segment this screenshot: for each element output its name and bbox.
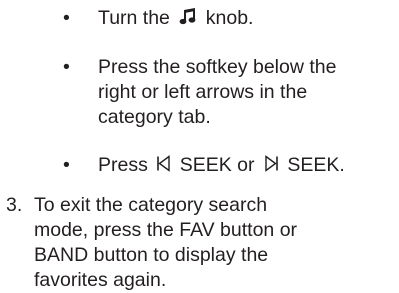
bullet-line: category tab.: [98, 106, 211, 128]
bullet-text: Press SEEK or SEEK.: [98, 153, 398, 178]
bullet-mark: •: [63, 154, 70, 176]
step-line: favorites again.: [34, 269, 167, 291]
step-line: BAND button to display the: [34, 244, 269, 266]
step-number: 3.: [6, 194, 23, 216]
bullet-text-after: knob.: [205, 7, 254, 29]
bullet-text-before: Press: [98, 154, 148, 176]
bullet-text: Turn the knob.: [98, 6, 398, 31]
bullet-text: Press the softkey below the right or lef…: [98, 55, 398, 130]
bullet-text-before: Turn the: [98, 7, 170, 29]
music-note-icon: [179, 7, 197, 26]
step-line: To exit the category search: [34, 194, 268, 216]
bullet-mark: •: [63, 7, 70, 29]
step-line: mode, press the FAV button or: [34, 219, 298, 241]
bullet-mark: •: [63, 56, 70, 78]
bullet-line: right or left arrows in the: [98, 81, 308, 103]
seek-forward-icon: [264, 155, 279, 172]
bullet-line: Press the softkey below the: [98, 56, 337, 78]
step-text: To exit the category search mode, press …: [34, 193, 396, 293]
bullet-text-after: SEEK.: [287, 154, 345, 176]
bullet-text-mid: SEEK or: [179, 154, 255, 176]
seek-back-icon: [156, 155, 171, 172]
